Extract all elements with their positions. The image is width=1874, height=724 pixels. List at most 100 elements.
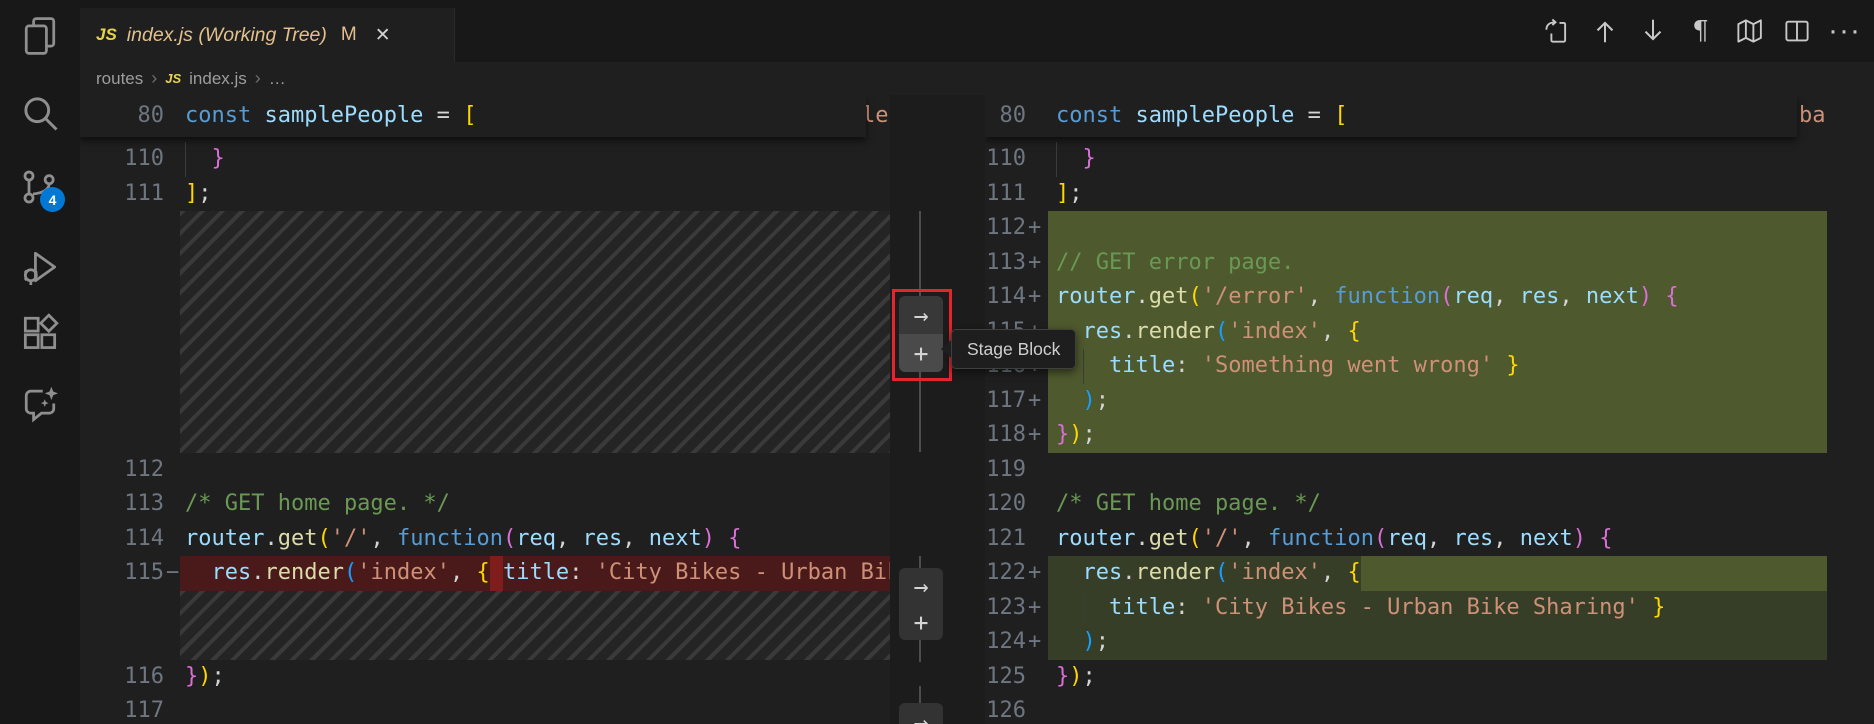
code-token: render [265,556,344,591]
code-token: ; [1096,625,1109,660]
whitespace-icon[interactable]: ¶ [1685,16,1716,47]
added-line-background [1048,211,1827,246]
code-token: '/error' [1202,280,1308,315]
code-token: ) [1083,384,1096,419]
run-debug-icon [18,245,62,289]
code-token: req [1453,280,1493,315]
code-token: /* GET home page. */ [1056,487,1321,522]
modified-badge: M [341,24,357,46]
code-token: ( [1215,315,1228,350]
code-token: ; [1083,418,1096,453]
code-row: 110 } [80,142,890,177]
more-actions-icon[interactable]: ··· [1829,16,1860,47]
close-icon[interactable]: ✕ [375,24,391,47]
previous-change-icon[interactable] [1589,16,1620,47]
split-editor-icon[interactable] [1781,16,1812,47]
code-line: res.render('index', { title: 'City Bikes… [185,556,890,591]
code-token: . [1135,280,1148,315]
code-token: , [1241,522,1268,557]
code-row: 112 [80,453,890,488]
code-token [715,522,728,557]
revert-block-button[interactable]: → [899,703,943,724]
search-icon [18,91,62,135]
code-token: next [1586,280,1639,315]
code-token: const [185,95,251,137]
sticky-scroll-line: 80const samplePeople = [ [80,95,866,137]
js-file-icon: JS [165,71,181,86]
diff-editor: 110 }111];112113/* GET home page. */114r… [80,95,1874,724]
code-token: ) [1573,522,1586,557]
sidebar-item-explorer[interactable] [18,14,62,58]
code-token: get [1149,522,1189,557]
code-token: next [649,522,702,557]
code-line: // GET error page. [1056,246,1827,281]
next-change-icon[interactable] [1637,16,1668,47]
code-token [1493,349,1506,384]
code-token: { [1665,280,1678,315]
diff-original-pane[interactable]: 110 }111];112113/* GET home page. */114r… [80,95,890,724]
line-number: 125 [985,660,1026,695]
code-row: 113+// GET error page. [985,246,1874,281]
line-number: 126 [985,694,1026,724]
code-token: ) [1083,625,1096,660]
code-line: }); [1056,418,1827,453]
moved-code-map-icon[interactable] [1733,16,1764,47]
code-token: res [1083,556,1123,591]
sidebar-item-source-control[interactable]: 4 [18,165,62,209]
code-token: 'City Bikes - Urban Bik [596,556,890,591]
code-row: 110 } [985,142,1874,177]
sidebar-item-chat[interactable] [18,382,62,426]
extensions-icon [18,310,62,354]
tooltip-arrow [941,340,951,358]
code-token: /* GET home page. */ [185,487,450,522]
stage-block-button[interactable]: + [899,604,943,640]
sidebar-item-extensions[interactable] [18,310,62,354]
code-token [1586,522,1599,557]
line-number: 110 [985,142,1026,177]
diff-block-actions: → + [899,568,943,640]
inserted-region [1361,556,1827,591]
line-number: 117 [80,694,164,724]
code-token: get [1149,280,1189,315]
diff-marker: + [1028,384,1041,419]
code-row: 111]; [985,177,1874,212]
sidebar-item-search[interactable] [18,91,62,135]
open-file-icon[interactable] [1541,16,1572,47]
line-number: 114 [80,522,164,557]
code-row: 123+ title: 'City Bikes - Urban Bike Sha… [985,591,1874,626]
line-number: 113 [985,246,1026,281]
code-line: res.render('index', { [1056,556,1827,591]
code-token: title [1109,591,1175,626]
code-token [1652,280,1665,315]
tab-indexjs-working-tree[interactable]: JS index.js (Working Tree) M ✕ [80,8,455,62]
code-token: ; [212,660,225,695]
line-number: 80 [80,95,164,137]
js-file-icon: JS [96,25,117,45]
code-line: router.get('/', function(req, res, next)… [1056,522,1827,557]
diff-marker: + [1028,556,1041,591]
code-row: 119 [985,453,1874,488]
diff-modified-pane[interactable]: 110 }111];112+113+// GET error page.114+… [985,95,1874,724]
code-token: { [728,522,741,557]
line-number: 111 [985,177,1026,212]
code-token: 'index' [1228,556,1321,591]
revert-block-button[interactable]: → [899,568,943,604]
code-token: render [1136,556,1215,591]
code-row: 122+ res.render('index', { [985,556,1874,591]
diagonal-fill-pattern [180,591,890,660]
breadcrumb: routes › JS index.js › … [80,62,1874,95]
line-number: 123 [985,591,1026,626]
breadcrumb-file[interactable]: index.js [189,69,247,89]
breadcrumb-folder[interactable]: routes [96,69,143,89]
code-line: /* GET home page. */ [1056,487,1827,522]
code-row: 114+router.get('/error', function(req, r… [985,280,1874,315]
code-token: 'index' [1228,315,1321,350]
code-token: router [1056,522,1135,557]
code-line: ]; [1056,177,1827,212]
diff-marker: − [166,556,179,591]
breadcrumb-symbol[interactable]: … [269,69,286,89]
code-token: get [278,522,318,557]
code-token: } [1506,349,1519,384]
sidebar-item-run-debug[interactable] [18,245,62,289]
code-token: ) [1069,418,1082,453]
